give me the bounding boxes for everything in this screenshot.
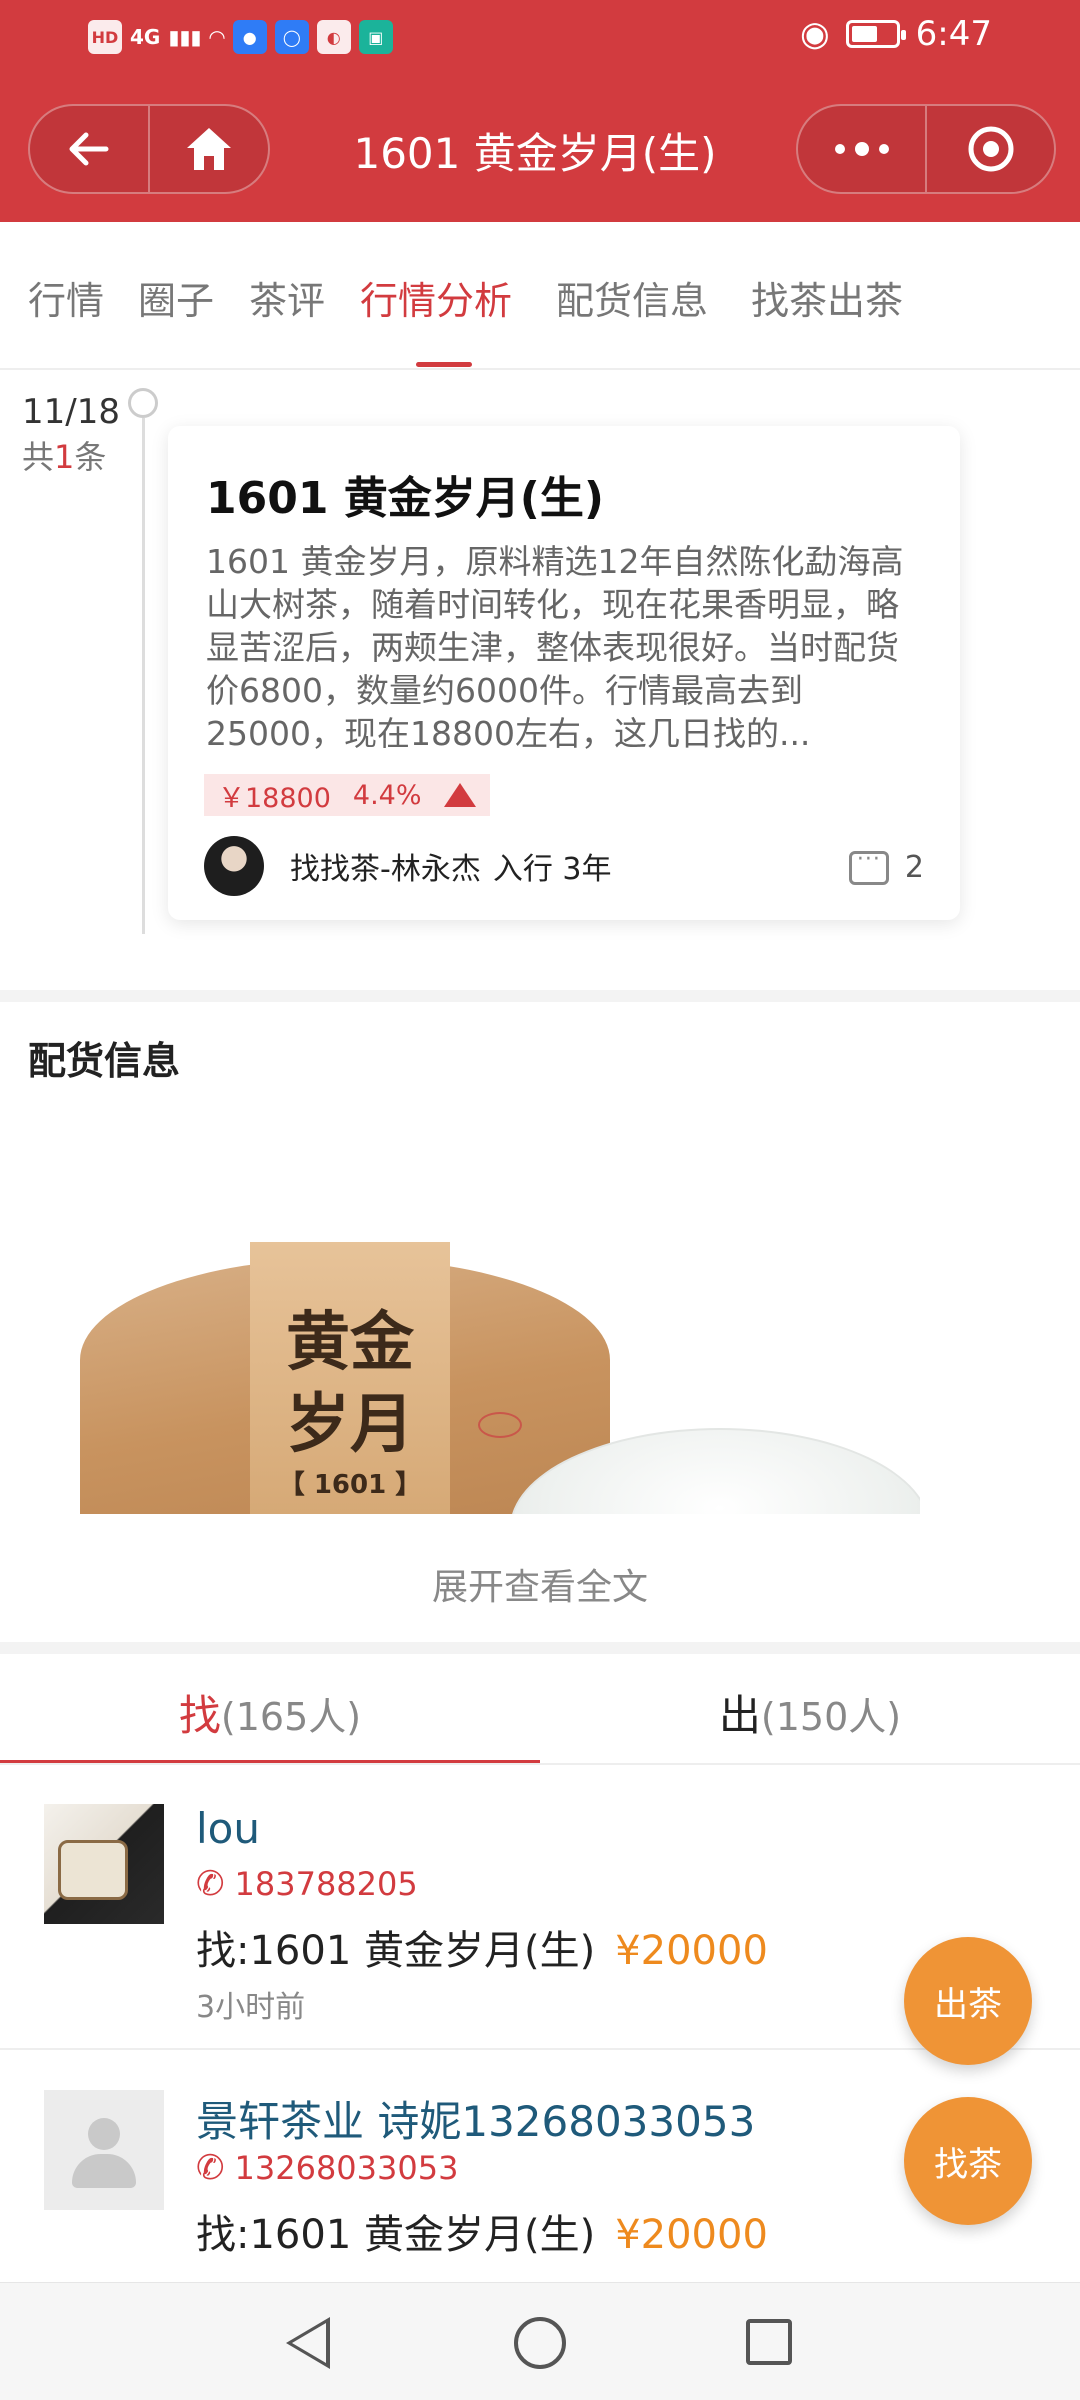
wifi-icon: ◠	[209, 25, 225, 49]
search-app-icon: ◯	[274, 20, 309, 54]
author-info[interactable]: 找找茶-林永杰 入行 3年	[204, 836, 611, 896]
phone-icon: ✆	[196, 1864, 225, 1904]
handbag-photo	[58, 1840, 128, 1900]
page-title: 1601 黄金岁月(生)	[353, 129, 717, 178]
active-find-sell-indicator	[0, 1760, 540, 1763]
active-tab-indicator	[416, 362, 472, 367]
user-name[interactable]: lou	[196, 1804, 260, 1853]
default-avatar[interactable]	[44, 2090, 164, 2210]
tab-find[interactable]: 找(165人)	[0, 1682, 540, 1743]
want-text: 找:1601 黄金岁月(生) ¥20000	[196, 2212, 768, 2258]
nav-capsule-left	[28, 104, 270, 194]
author-name: 找找茶-林永杰	[290, 852, 481, 887]
more-dots-icon	[834, 142, 889, 156]
price-badge: ￥18800 4.4%	[204, 774, 490, 816]
want-text: 找:1601 黄金岁月(生) ¥20000	[196, 1928, 768, 1974]
author-avatar[interactable]	[204, 836, 264, 896]
tab-circle[interactable]: 圈子	[138, 270, 214, 325]
trend-up-icon	[443, 783, 476, 807]
price-change: 4.4%	[352, 779, 422, 811]
status-icons-right: ◉ 6:47	[800, 14, 992, 54]
tea-cake-name: 黄金 岁月	[286, 1305, 414, 1462]
tab-find-sell[interactable]: 找茶出茶	[751, 270, 903, 325]
home-button[interactable]	[150, 106, 268, 192]
user-avatar[interactable]	[44, 1804, 164, 1924]
list-divider	[0, 2048, 1080, 2050]
analysis-section: 11/18 共1条 1601 黄金岁月(生) 1601 黄金岁月，原料精选12年…	[0, 370, 1080, 990]
analysis-card[interactable]: 1601 黄金岁月(生) 1601 黄金岁月，原料精选12年自然陈化勐海高山大树…	[168, 426, 960, 920]
battery-icon	[845, 20, 906, 48]
network-label: 4G	[130, 25, 161, 49]
phone-icon: ✆	[196, 2148, 225, 2188]
clock: 6:47	[915, 14, 992, 54]
user-phone[interactable]: ✆ 13268033053	[196, 2148, 458, 2188]
tab-sell[interactable]: 出(150人)	[540, 1682, 1080, 1743]
user-phone[interactable]: ✆ 183788205	[196, 1864, 418, 1904]
close-miniprogram-button[interactable]	[927, 106, 1054, 192]
home-icon	[187, 128, 231, 170]
comment-icon	[848, 847, 889, 885]
tab-review[interactable]: 茶评	[249, 270, 325, 325]
comment-count: 2	[904, 850, 924, 885]
expand-full-text-link[interactable]: 展开查看全文	[0, 1558, 1080, 1610]
timeline-dot	[128, 388, 158, 418]
timeline-count: 共1条	[22, 438, 107, 476]
more-button[interactable]	[798, 106, 925, 192]
price-value: ￥18800	[218, 782, 331, 814]
analysis-title: 1601 黄金岁月(生)	[206, 473, 604, 524]
timeline-line	[142, 418, 145, 934]
want-price: ¥20000	[615, 2212, 768, 2258]
distribution-section: 配货信息 黄金 岁月 【 1601 】 展开查看全文	[0, 1002, 1080, 1642]
status-bar: HD 4G ▮▮▮ ◠ ● ◯ ◐ ▣ ◉ 6:47	[0, 0, 1080, 78]
back-button[interactable]	[30, 106, 148, 192]
nav-capsule-right	[796, 104, 1056, 194]
tab-divider	[0, 1763, 1080, 1765]
find-tea-fab[interactable]: 找茶	[904, 2097, 1032, 2225]
cat-app-icon: ▣	[358, 20, 393, 54]
tea-cake-code: 【 1601 】	[278, 1470, 422, 1500]
post-time: 3小时前	[196, 1990, 306, 2025]
tab-distribution[interactable]: 配货信息	[556, 270, 708, 325]
sell-tea-fab[interactable]: 出茶	[904, 1937, 1032, 2065]
arrow-left-icon	[69, 132, 109, 166]
signal-icon: ▮▮▮	[168, 25, 202, 49]
hd-icon: HD	[88, 20, 122, 54]
comments-button[interactable]: 2	[848, 847, 924, 885]
bulb-app-icon: ●	[232, 20, 267, 54]
target-icon	[968, 126, 1013, 172]
eye-icon: ◉	[799, 14, 830, 54]
user-name[interactable]: 景轩茶业 诗妮13268033053	[196, 2088, 755, 2149]
status-icons-left: HD 4G ▮▮▮ ◠ ● ◯ ◐ ▣	[88, 20, 393, 54]
distribution-title: 配货信息	[28, 1039, 181, 1083]
tea-cake-image[interactable]: 黄金 岁月 【 1601 】	[70, 1242, 920, 1514]
home-circle-icon[interactable]	[514, 2317, 566, 2369]
ball-app-icon: ◐	[316, 20, 351, 54]
system-nav-bar	[0, 2282, 1080, 2400]
category-tabs: 行情 圈子 茶评 行情分析 配货信息 找茶出茶	[0, 222, 1080, 370]
tab-market-analysis[interactable]: 行情分析	[360, 270, 512, 325]
timeline-date: 11/18	[22, 392, 120, 432]
back-icon[interactable]	[286, 2317, 330, 2369]
author-experience: 入行 3年	[492, 852, 612, 887]
red-seal-stamp	[478, 1412, 522, 1438]
recent-apps-icon[interactable]	[746, 2319, 792, 2365]
app-header: HD 4G ▮▮▮ ◠ ● ◯ ◐ ▣ ◉ 6:47 1601 黄金岁月(生)	[0, 0, 1080, 222]
analysis-body: 1601 黄金岁月，原料精选12年自然陈化勐海高山大树茶，随着时间转化，现在花果…	[206, 542, 904, 752]
want-price: ¥20000	[615, 1928, 768, 1974]
tab-market[interactable]: 行情	[28, 270, 104, 325]
